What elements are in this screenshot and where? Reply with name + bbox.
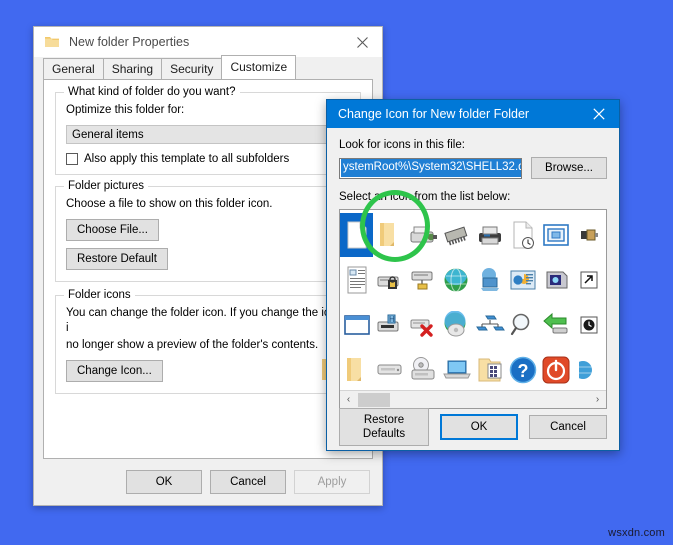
path-row: ystemRoot%\System32\SHELL32.dll Browse..… xyxy=(339,157,607,179)
folder-icons-title: Folder icons xyxy=(64,289,135,301)
properties-apply-button: Apply xyxy=(294,470,370,494)
folder-pictures-title: Folder pictures xyxy=(64,180,149,192)
optimize-for-select[interactable]: General items xyxy=(66,125,350,144)
icon-cell-memory-chip-icon[interactable] xyxy=(440,213,473,257)
folder-icons-group: Folder icons You can change the folder i… xyxy=(55,289,361,394)
apply-to-subfolders-label: Also apply this template to all subfolde… xyxy=(84,153,290,165)
watermark: wsxdn.com xyxy=(608,527,665,539)
change-icon-cancel-button[interactable]: Cancel xyxy=(529,415,607,439)
tab-customize[interactable]: Customize xyxy=(221,55,297,79)
icon-cell-network-computer-icon[interactable] xyxy=(473,258,506,302)
svg-text:H: H xyxy=(389,315,395,324)
choose-file-button[interactable]: Choose File... xyxy=(66,219,159,241)
folder-pictures-buttons: Choose File... Restore Default xyxy=(66,219,350,270)
tab-sharing[interactable]: Sharing xyxy=(102,58,163,79)
close-icon[interactable] xyxy=(579,100,619,128)
change-icon-body: Look for icons in this file: ystemRoot%\… xyxy=(327,128,619,409)
icon-cell-media-device-icon[interactable] xyxy=(540,258,573,302)
change-icon-button[interactable]: Change Icon... xyxy=(66,360,163,382)
icon-cell-document-text-icon[interactable] xyxy=(340,258,373,302)
icon-cell-search-magnifier-icon[interactable] xyxy=(506,303,539,347)
icon-cell-cd-drive-icon[interactable] xyxy=(407,348,440,392)
icon-cell-web-disc-icon[interactable] xyxy=(440,303,473,347)
icon-cell-back-arrow-icon[interactable] xyxy=(540,303,573,347)
close-icon[interactable] xyxy=(342,28,382,57)
folder-pictures-group: Folder pictures Choose a file to show on… xyxy=(55,180,361,282)
properties-footer: OK Cancel Apply xyxy=(34,459,382,505)
icon-list[interactable]: H ? ‹ › xyxy=(339,209,607,409)
icon-cell-scanner-icon[interactable] xyxy=(407,213,440,257)
properties-titlebar: New folder Properties xyxy=(34,27,382,57)
change-icon-titlebar: Change Icon for New folder Folder xyxy=(327,100,619,128)
icon-cell-document-recent-icon[interactable] xyxy=(506,213,539,257)
icon-cell-folder-icon[interactable] xyxy=(340,348,373,392)
properties-cancel-button[interactable]: Cancel xyxy=(210,470,286,494)
folder-pictures-description: Choose a file to show on this folder ico… xyxy=(66,198,273,210)
icon-cell-folder-icon[interactable] xyxy=(373,213,406,257)
icon-cell-drive-disconnected-icon[interactable] xyxy=(407,303,440,347)
folder-icon xyxy=(44,34,60,50)
icon-cell-laptop-icon[interactable] xyxy=(440,348,473,392)
restore-defaults-button[interactable]: Restore Defaults xyxy=(339,408,429,446)
icon-grid: H ? xyxy=(340,210,606,392)
folder-icons-description-line1: You can change the folder icon. If you c… xyxy=(66,307,346,334)
folder-type-group: What kind of folder do you want? Optimiz… xyxy=(55,86,361,175)
icon-cell-drive-mapped-icon[interactable]: H xyxy=(373,303,406,347)
browse-button[interactable]: Browse... xyxy=(531,157,607,179)
icon-cell-window-icon[interactable] xyxy=(340,303,373,347)
icon-list-label: Select an icon from the list below: xyxy=(339,191,511,203)
change-icon-dialog: Change Icon for New folder Folder Look f… xyxy=(326,99,620,451)
icon-cell-network-drive-icon[interactable] xyxy=(407,258,440,302)
icon-cell-folder-grid-icon[interactable] xyxy=(473,348,506,392)
path-field-label: Look for icons in this file: xyxy=(339,139,465,151)
change-icon-title: Change Icon for New folder Folder xyxy=(338,107,530,121)
restore-default-button[interactable]: Restore Default xyxy=(66,248,168,270)
icon-cell-document-blank-icon[interactable] xyxy=(340,212,374,257)
tab-general[interactable]: General xyxy=(43,58,104,79)
icon-cell-plug-connector-icon[interactable] xyxy=(573,213,606,257)
tab-security[interactable]: Security xyxy=(161,58,223,79)
folder-type-heading: What kind of folder do you want? xyxy=(64,86,240,98)
icon-cell-shortcut-arrow-icon[interactable] xyxy=(573,258,606,302)
icon-cell-printer-icon[interactable] xyxy=(473,213,506,257)
properties-tabstrip: General Sharing Security Customize xyxy=(34,55,382,79)
folder-icons-description-line2: no longer show a preview of the folder's… xyxy=(66,339,319,351)
customize-tab-panel: What kind of folder do you want? Optimiz… xyxy=(43,79,373,459)
icon-cell-globe-partial-icon[interactable] xyxy=(573,348,606,392)
icon-cell-help-question-icon[interactable]: ? xyxy=(506,348,539,392)
icon-file-path-input[interactable]: ystemRoot%\System32\SHELL32.dll xyxy=(339,157,522,179)
icon-cell-network-nodes-icon[interactable] xyxy=(473,303,506,347)
icon-cell-drive-locked-icon[interactable] xyxy=(373,258,406,302)
icon-cell-internet-globe-icon[interactable] xyxy=(440,258,473,302)
change-icon-footer: Restore Defaults OK Cancel xyxy=(327,404,619,450)
change-icon-ok-button[interactable]: OK xyxy=(440,414,518,440)
icon-cell-presentation-chart-icon[interactable] xyxy=(506,258,539,302)
path-input-value: ystemRoot%\System32\SHELL32.dll xyxy=(341,159,521,177)
page-title: New folder Properties xyxy=(69,35,190,49)
icon-cell-display-window-icon[interactable] xyxy=(540,213,573,257)
properties-ok-button[interactable]: OK xyxy=(126,470,202,494)
svg-text:?: ? xyxy=(517,361,528,381)
icon-cell-power-button-icon[interactable] xyxy=(540,348,573,392)
apply-to-subfolders-checkbox[interactable] xyxy=(66,153,78,165)
optimize-label: Optimize this folder for: xyxy=(66,104,185,116)
apply-to-subfolders-row[interactable]: Also apply this template to all subfolde… xyxy=(66,153,350,165)
icon-cell-clock-badge-icon[interactable] xyxy=(573,303,606,347)
icon-cell-drive-icon[interactable] xyxy=(373,348,406,392)
